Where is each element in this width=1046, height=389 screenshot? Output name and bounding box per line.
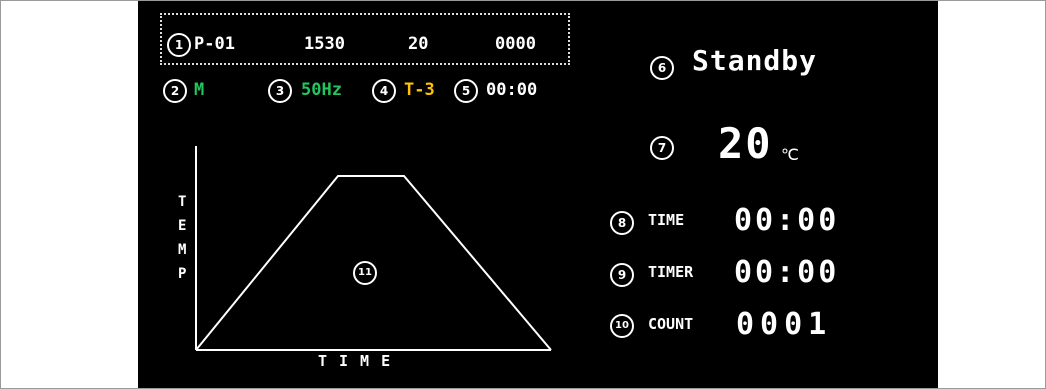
y-axis-letter-t: T [178, 194, 187, 210]
x-axis-label: TIME [318, 352, 403, 370]
display-screen: 1 P-01 1530 20 0000 2 M 3 50Hz 4 T-3 5 0… [138, 1, 938, 388]
profile-curve [195, 175, 552, 351]
y-axis-letter-e: E [178, 218, 187, 234]
temperature-profile-graph [195, 146, 552, 351]
marker-11: 11 [353, 261, 377, 285]
y-axis-letter-p: P [178, 266, 187, 282]
y-axis-letter-m: M [178, 242, 187, 258]
